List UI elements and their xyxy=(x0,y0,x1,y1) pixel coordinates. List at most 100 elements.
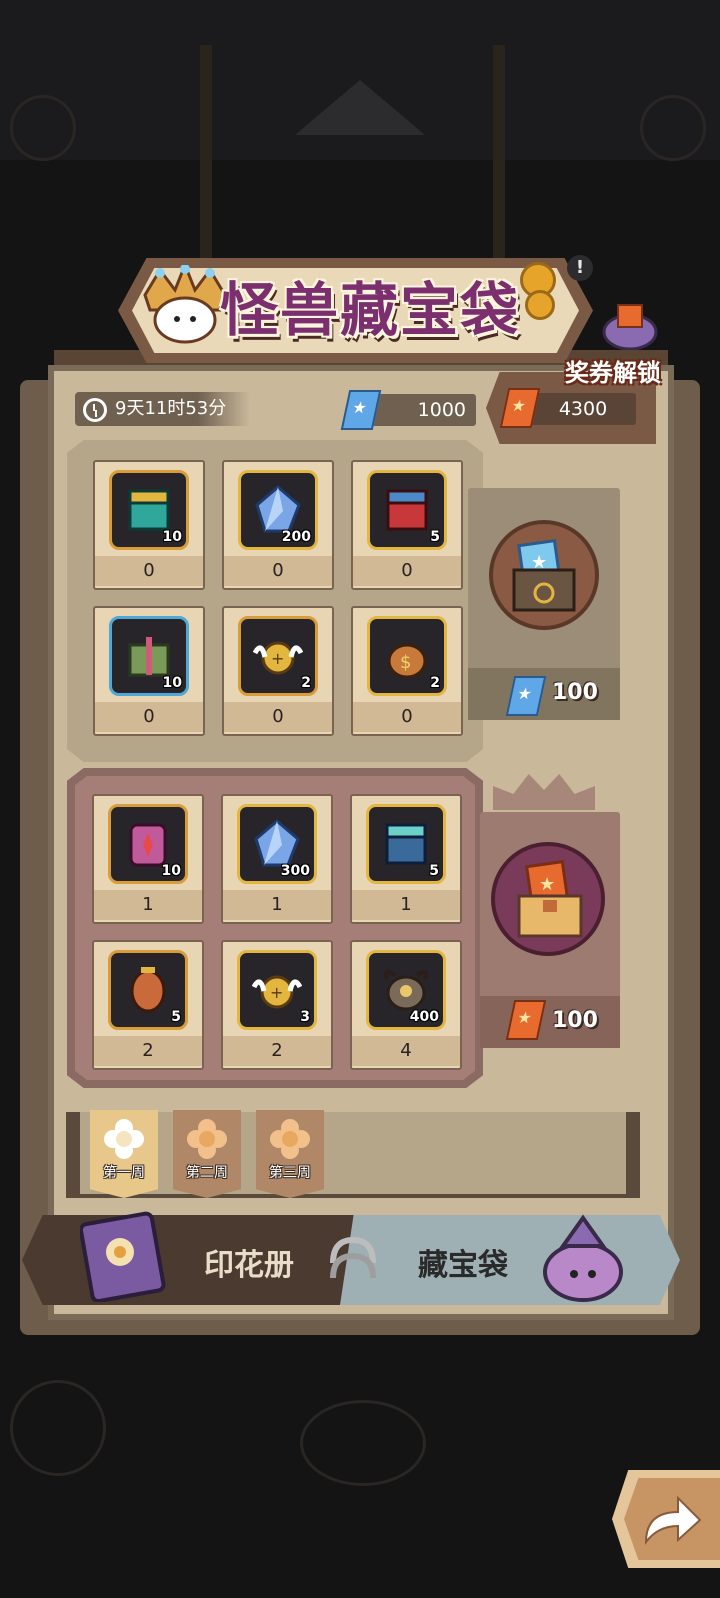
gift-box-icon xyxy=(128,637,170,677)
reward-remaining-count: 1 xyxy=(223,890,331,920)
svg-text:$: $ xyxy=(400,652,411,673)
crown-mascot-icon xyxy=(143,265,227,344)
monster-head-icon xyxy=(384,969,428,1011)
reward-quantity: 200 xyxy=(281,529,311,545)
reward-quantity: 300 xyxy=(280,863,310,879)
reward-quantity: 5 xyxy=(429,863,439,879)
stamp-book-label: 印花册 xyxy=(204,1248,294,1283)
chest-blue-icon xyxy=(385,823,427,865)
reward-icon-frame: 5 xyxy=(108,950,188,1030)
reward-icon-frame: 300 xyxy=(237,804,317,884)
week-tab-2[interactable]: 第二周 xyxy=(173,1110,241,1198)
tab-stamp-book[interactable] xyxy=(22,1215,367,1305)
normal-draw-price: 100 xyxy=(552,680,598,705)
crystal-icon xyxy=(254,819,300,867)
chest-teal-icon xyxy=(128,489,170,531)
premium-reward-card[interactable]: 400 4 xyxy=(350,940,462,1070)
ticket-unlock-button[interactable]: 奖券解锁 xyxy=(554,352,672,394)
reward-quantity: 10 xyxy=(162,529,182,545)
svg-text:+: + xyxy=(270,983,283,1002)
page-title: 怪兽藏宝袋 xyxy=(220,276,521,344)
reward-remaining-count: 1 xyxy=(352,890,460,920)
reward-remaining-count: 1 xyxy=(94,890,202,920)
background-vine xyxy=(640,95,706,161)
reward-quantity: 3 xyxy=(300,1009,310,1025)
reward-icon-frame: $2 xyxy=(367,616,447,696)
reward-remaining-count: 2 xyxy=(223,1036,331,1066)
reward-icon-frame: 5 xyxy=(366,804,446,884)
reward-remaining-count: 0 xyxy=(95,556,203,586)
angel-coin-icon: + xyxy=(252,975,302,1009)
background-vine xyxy=(10,1380,106,1476)
lantern-icon xyxy=(130,967,166,1013)
premium-reward-card[interactable]: 51 xyxy=(350,794,462,924)
reward-quantity: 400 xyxy=(409,1009,439,1025)
reward-icon-frame: 10 xyxy=(109,470,189,550)
normal-draw-button[interactable]: ★ xyxy=(489,520,599,630)
countdown-timer: 9天11时53分 xyxy=(75,392,250,426)
background-vine xyxy=(10,95,76,161)
stamp-book-icon xyxy=(80,1211,166,1302)
reward-remaining-count: 0 xyxy=(353,702,461,732)
week-tab-3[interactable]: 第三周 xyxy=(256,1110,324,1198)
week-tab-label: 第一周 xyxy=(103,1165,145,1181)
reward-icon-frame: +2 xyxy=(238,616,318,696)
svg-text:★: ★ xyxy=(539,874,555,895)
reward-quantity: 2 xyxy=(301,675,311,691)
normal-reward-card[interactable]: 10 0 xyxy=(93,460,205,590)
chain-link-icon xyxy=(330,1236,376,1279)
svg-text:+: + xyxy=(271,649,284,668)
angel-coin-icon: + xyxy=(253,641,303,675)
reward-remaining-count: 0 xyxy=(353,556,461,586)
week-tab-label: 第二周 xyxy=(186,1165,228,1181)
reward-remaining-count: 0 xyxy=(224,556,332,586)
timer-text: 9天11时53分 xyxy=(115,398,227,419)
premium-reward-card[interactable]: 52 xyxy=(92,940,204,1070)
premium-draw-button[interactable]: ★ xyxy=(491,842,605,956)
premium-draw-price-bar xyxy=(480,996,620,1048)
ticket-bag-icon xyxy=(602,304,658,350)
normal-reward-card[interactable]: 200 0 xyxy=(222,460,334,590)
premium-reward-card[interactable]: 10 1 xyxy=(92,794,204,924)
normal-reward-card[interactable]: +2 0 xyxy=(222,606,334,736)
premium-reward-card[interactable]: +3 2 xyxy=(221,940,333,1070)
help-icon[interactable]: ! xyxy=(567,255,593,281)
treasure-bag-label: 藏宝袋 xyxy=(418,1248,508,1283)
premium-reward-card[interactable]: 300 1 xyxy=(221,794,333,924)
normal-reward-card[interactable]: $2 0 xyxy=(351,606,463,736)
flower-stamp-icon xyxy=(104,1119,144,1159)
treasure-bag-icon xyxy=(543,1214,623,1302)
reward-icon-frame: 5 xyxy=(367,470,447,550)
reward-quantity: 10 xyxy=(162,675,182,691)
reward-remaining-count: 0 xyxy=(95,702,203,732)
week-tab-1[interactable]: 第一周 xyxy=(90,1110,158,1198)
flower-stamp-icon xyxy=(187,1119,227,1159)
reward-remaining-count: 2 xyxy=(94,1036,202,1066)
normal-reward-card[interactable]: 10 0 xyxy=(93,606,205,736)
money-bag-icon: $ xyxy=(387,643,427,679)
crystal-icon xyxy=(255,485,301,533)
chest-red-icon xyxy=(386,489,428,531)
background-arrow xyxy=(295,80,425,135)
armor-pink-icon xyxy=(129,823,167,867)
reward-remaining-count: 4 xyxy=(352,1036,460,1066)
reward-quantity: 2 xyxy=(430,675,440,691)
premium-draw-price: 100 xyxy=(552,1008,598,1033)
coin-icon xyxy=(525,290,555,320)
reward-quantity: 10 xyxy=(161,863,181,879)
reward-icon-frame: 10 xyxy=(108,804,188,884)
clock-icon xyxy=(83,398,107,422)
reward-icon-frame: 200 xyxy=(238,470,318,550)
tab-treasure-bag[interactable] xyxy=(340,1215,680,1305)
reward-icon-frame: 10 xyxy=(109,616,189,696)
week-tab-bar-inner xyxy=(80,1112,626,1194)
flower-stamp-icon xyxy=(270,1119,310,1159)
normal-chest-icon: ★ xyxy=(512,538,576,612)
background-vine xyxy=(300,1400,426,1486)
return-arrow-icon xyxy=(644,1495,702,1546)
blue-ticket-count: 1000 xyxy=(370,394,476,426)
normal-reward-card[interactable]: 50 xyxy=(351,460,463,590)
orange-ticket-count: 4300 xyxy=(530,393,636,425)
reward-quantity: 5 xyxy=(430,529,440,545)
week-tab-label: 第三周 xyxy=(269,1165,311,1181)
